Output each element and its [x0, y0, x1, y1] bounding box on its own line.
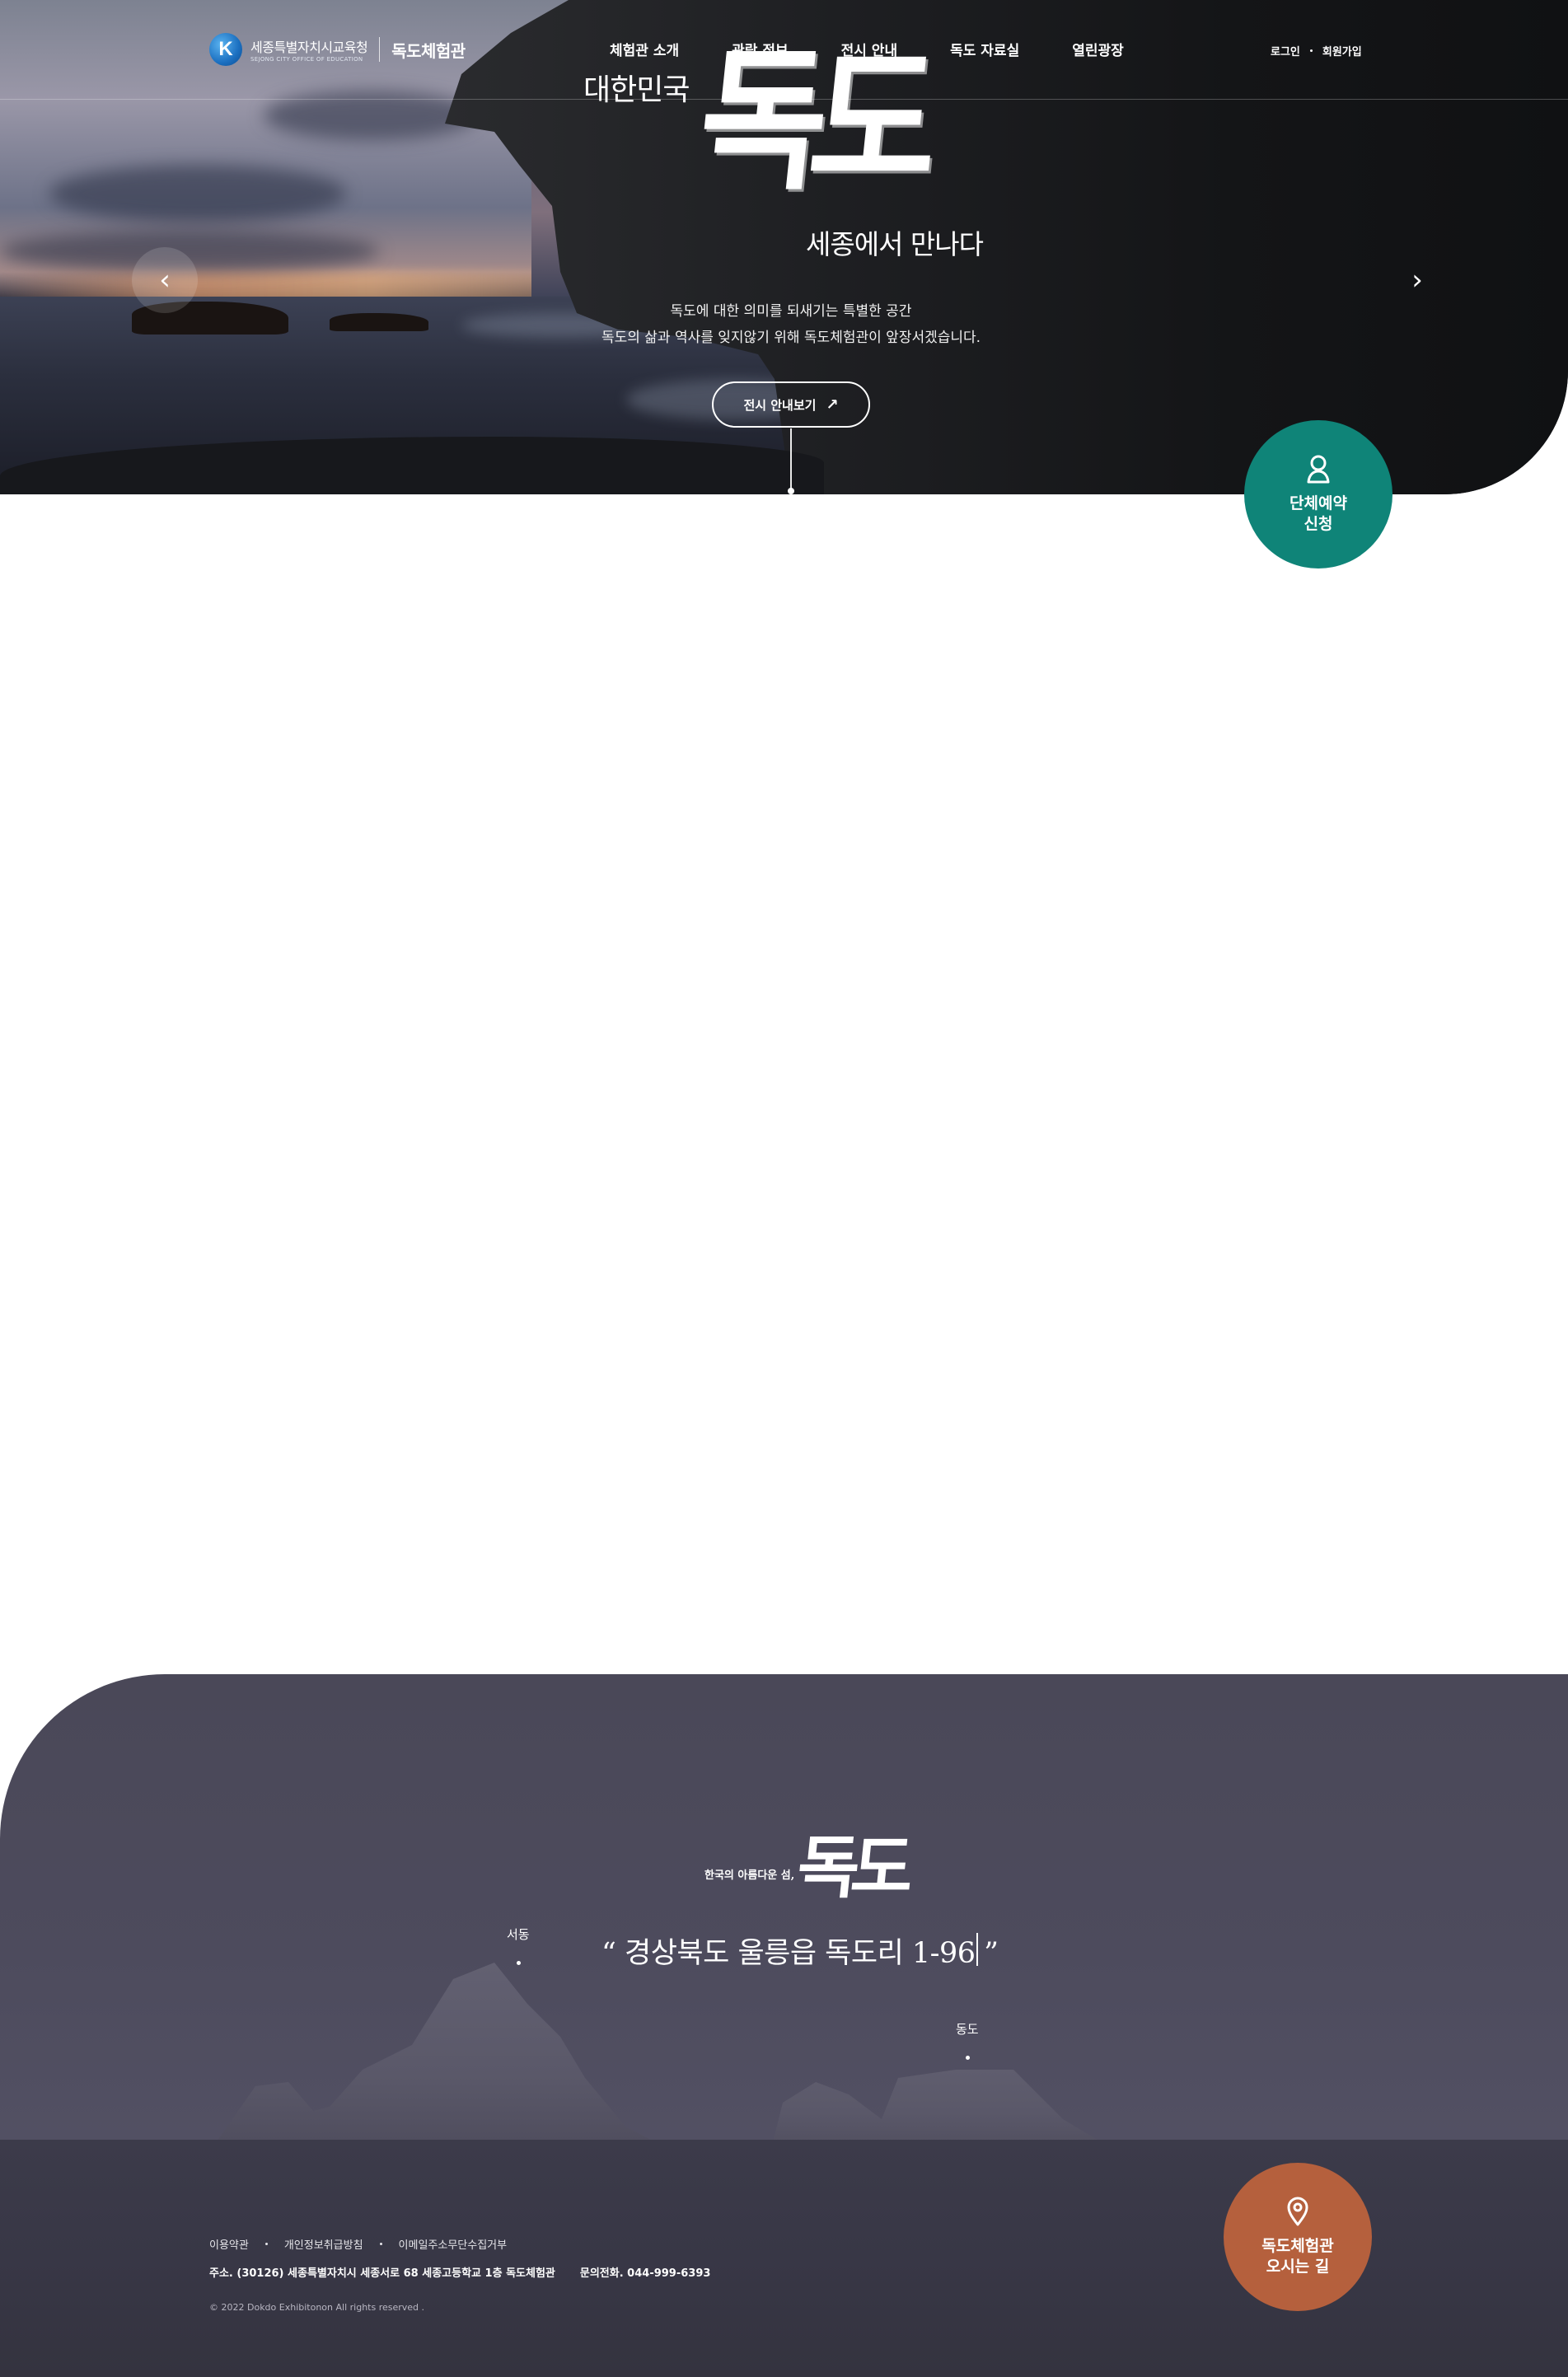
terms-link[interactable]: 이용약관: [209, 2236, 249, 2252]
logo-org-name: 세종특별자치시교육청: [250, 40, 368, 55]
sea-rock: [330, 313, 428, 331]
arrow-up-right-icon: ↗: [826, 395, 839, 414]
hero-title-prefix: 대한민국: [583, 73, 690, 107]
util-separator: [1309, 49, 1313, 52]
reserve-label-line2: 신청: [1304, 515, 1333, 533]
hero-banner: K 세종특별자치시교육청 SEJONG CITY OFFICE OF EDUCA…: [0, 0, 1568, 494]
nav-item-archive[interactable]: 독도 자료실: [950, 39, 1019, 59]
dokdo-west-island: [198, 1963, 725, 2169]
person-icon: [1307, 455, 1330, 484]
login-link[interactable]: 로그인: [1271, 43, 1300, 58]
location-kicker: 한국의 아름다운 섬,: [704, 1869, 795, 1882]
hero-desc-line: 독도의 삶과 역사를 잊지않기 위해 독도체험관이 앞장서겠습니다.: [601, 330, 981, 346]
slider-prev-button[interactable]: ‹: [132, 247, 198, 313]
office-emblem-icon: K: [209, 33, 242, 66]
chevron-right-icon: ›: [1411, 264, 1423, 297]
footer-contact: 주소. (30126) 세종특별자치시 세종서로 68 세종고등학교 1층 독도…: [209, 2264, 710, 2280]
scroll-indicator-line: [790, 428, 792, 491]
cloud: [49, 165, 346, 222]
logo-site-name: 독도체험관: [391, 40, 466, 61]
footer-links: 이용약관 개인정보취급방침 이메일주소무단수집거부: [209, 2236, 507, 2252]
logo-divider: [379, 37, 381, 62]
footer-separator: [264, 2243, 268, 2245]
signup-link[interactable]: 회원가입: [1322, 43, 1362, 58]
hero-desc-line: 독도에 대한 의미를 되새기는 특별한 공간: [670, 303, 912, 320]
west-island-label: 서동: [507, 1927, 530, 1942]
hero-title-calligraphy: 독도: [690, 30, 932, 210]
location-calligraphy: 독도: [793, 1828, 910, 1907]
group-reservation-button[interactable]: 단체예약 신청: [1244, 420, 1392, 569]
site-logo[interactable]: K 세종특별자치시교육청 SEJONG CITY OFFICE OF EDUCA…: [209, 31, 466, 68]
map-pin-icon: [1287, 2197, 1308, 2226]
utility-menu: 로그인 회원가입: [1271, 43, 1362, 58]
footer-copyright: © 2022 Dokdo Exhibitonon All rights rese…: [209, 2302, 425, 2313]
chevron-left-icon: ‹: [159, 264, 171, 297]
scroll-indicator-dot: [788, 488, 794, 494]
east-island-marker: [966, 2056, 970, 2060]
hero-description: 독도에 대한 의미를 되새기는 특별한 공간 독도의 삶과 역사를 잊지않기 위…: [494, 298, 1088, 351]
footer-phone: 문의전화. 044-999-6393: [579, 2267, 711, 2280]
hero-title-suffix: 세종에서 만나다: [806, 228, 984, 260]
cloud: [264, 91, 478, 140]
directions-button[interactable]: 독도체험관 오시는 길: [1224, 2163, 1372, 2311]
west-island-marker: [517, 1961, 521, 1965]
directions-label-line1: 독도체험관: [1261, 2237, 1334, 2255]
east-island-label: 동도: [956, 2022, 979, 2037]
exhibition-guide-label: 전시 안내보기: [743, 397, 817, 413]
typing-cursor: [976, 1933, 978, 1966]
email-refusal-link[interactable]: 이메일주소무단수집거부: [399, 2236, 508, 2252]
slider-next-button[interactable]: ›: [1401, 255, 1434, 305]
directions-label-line2: 오시는 길: [1266, 2258, 1330, 2276]
logo-org-english: SEJONG CITY OFFICE OF EDUCATION: [250, 56, 363, 63]
dokdo-address: “ 경상북도 울릉읍 독도리 1-96 ”: [601, 1937, 999, 1970]
footer-address: 주소. (30126) 세종특별자치시 세종서로 68 세종고등학교 1층 독도…: [209, 2267, 555, 2280]
privacy-policy-link[interactable]: 개인정보취급방침: [284, 2236, 363, 2252]
nav-item-open-plaza[interactable]: 열린광장: [1072, 39, 1124, 59]
reserve-label-line1: 단체예약: [1290, 494, 1347, 512]
logo-org-text: 세종특별자치시교육청 SEJONG CITY OFFICE OF EDUCATI…: [250, 36, 368, 63]
exhibition-guide-button[interactable]: 전시 안내보기 ↗: [712, 381, 870, 428]
nav-item-about[interactable]: 체험관 소개: [610, 39, 679, 59]
footer-separator: [379, 2243, 382, 2245]
